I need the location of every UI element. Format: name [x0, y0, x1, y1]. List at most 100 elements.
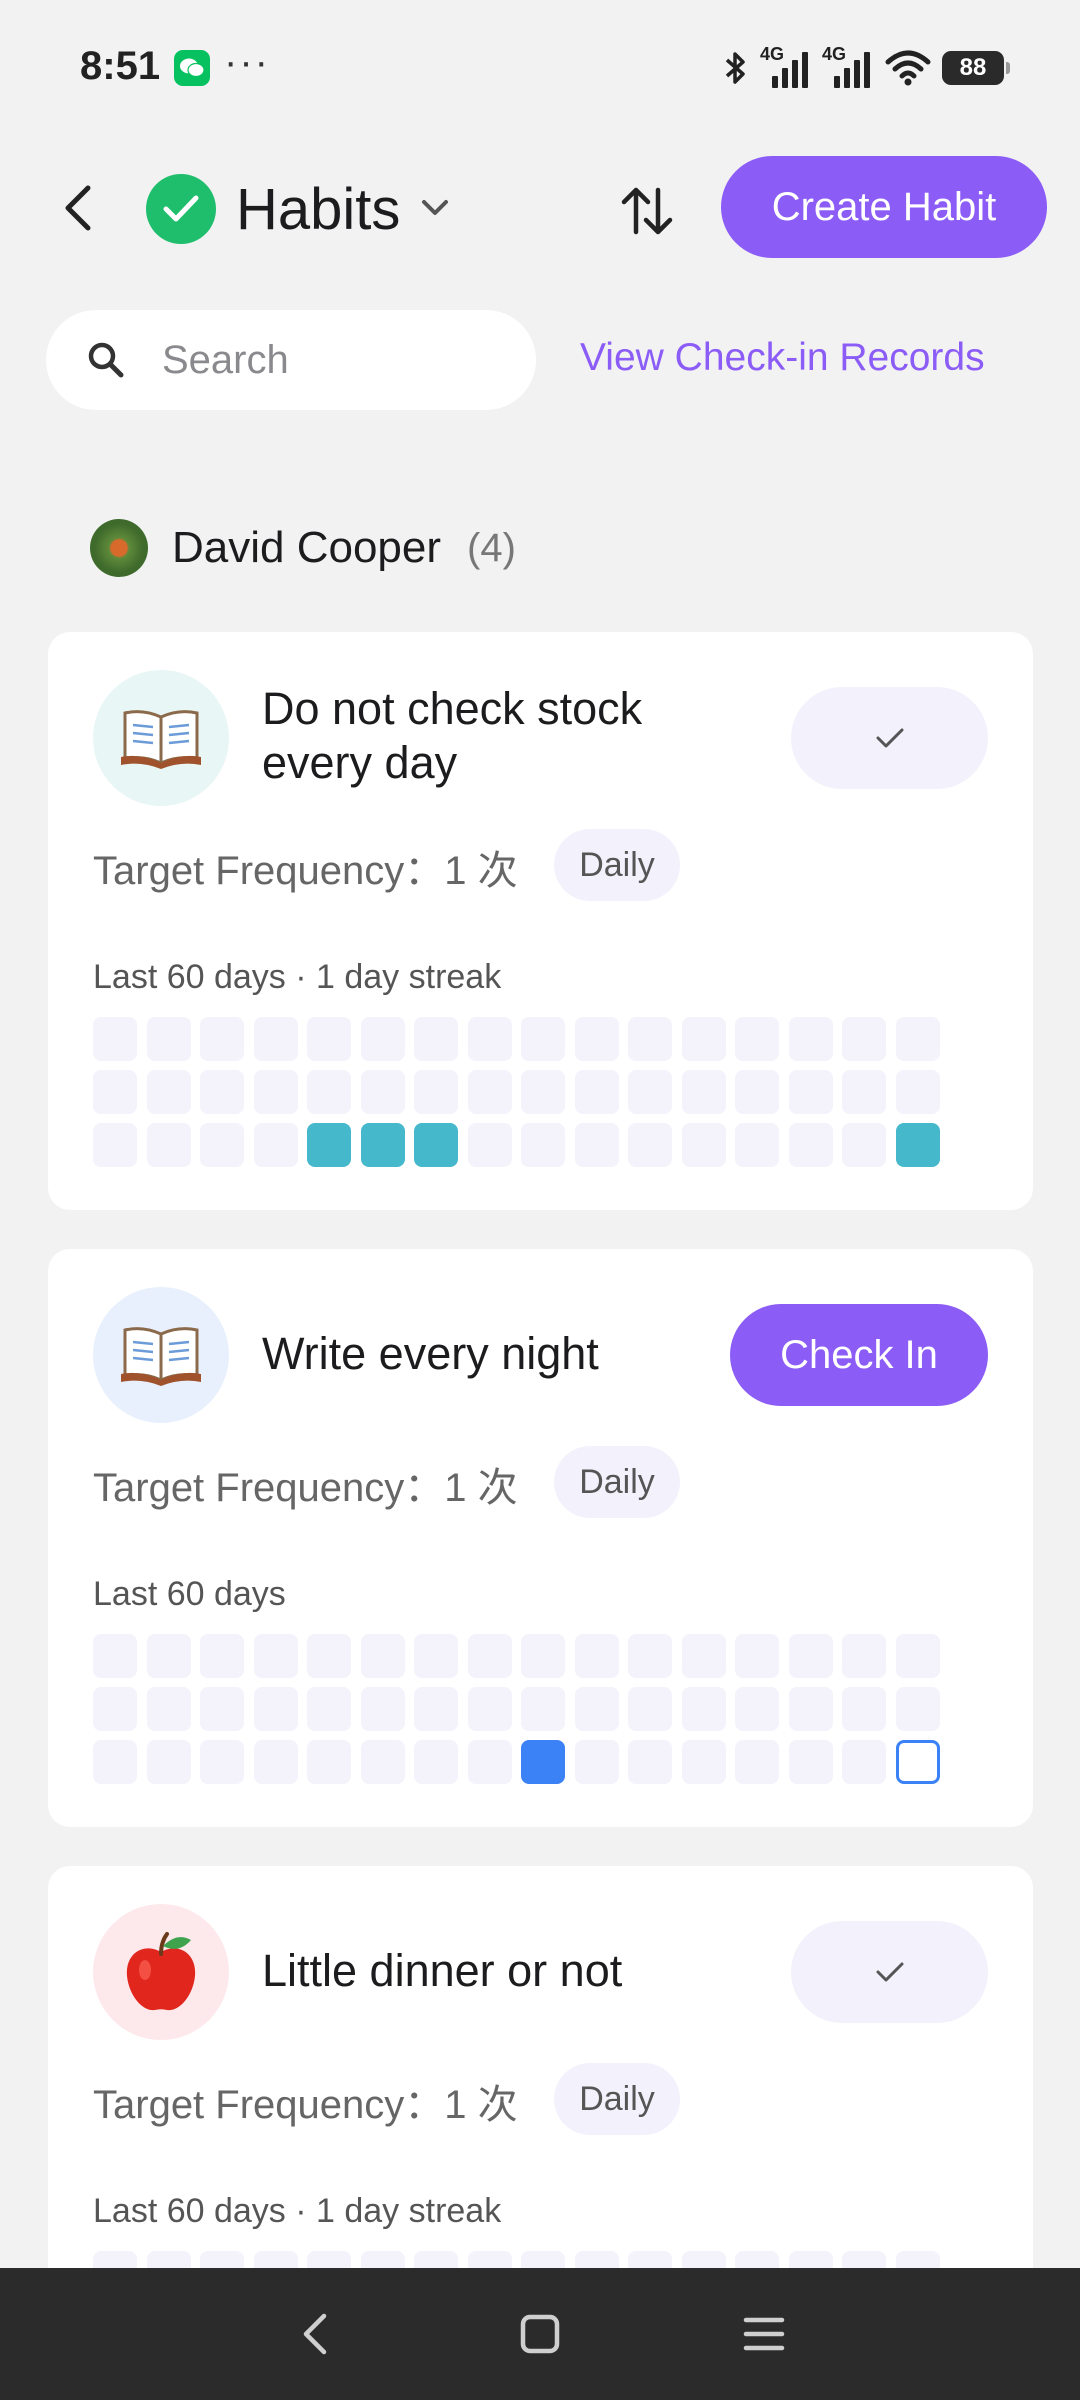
heatmap-cell [93, 1740, 137, 1784]
habits-check-icon [146, 174, 216, 244]
heatmap-cell [842, 1740, 886, 1784]
heatmap-cell [735, 1687, 779, 1731]
heatmap-cell [93, 1634, 137, 1678]
heatmap-cell [414, 1634, 458, 1678]
heatmap-cell [254, 1740, 298, 1784]
heatmap-cell [468, 1017, 512, 1061]
heatmap-cell [789, 1017, 833, 1061]
heatmap-cell [575, 1740, 619, 1784]
heatmap-cell [521, 1123, 565, 1167]
cell-signal-icon: 4G [760, 44, 812, 90]
heatmap-cell [789, 1687, 833, 1731]
heatmap-cell [521, 1634, 565, 1678]
heatmap-cell [735, 1123, 779, 1167]
heatmap-cell [468, 1634, 512, 1678]
heatmap-cell [789, 1123, 833, 1167]
heatmap-cell [307, 1070, 351, 1114]
page-title[interactable]: Habits [236, 176, 400, 243]
heatmap-cell [789, 1070, 833, 1114]
heatmap-cell [307, 1740, 351, 1784]
battery-indicator: 88 [942, 51, 1010, 85]
heatmap-cell [628, 1123, 672, 1167]
back-button[interactable] [50, 178, 110, 238]
heatmap-cell [735, 1634, 779, 1678]
habit-card[interactable]: Write every night Check In Target Freque… [48, 1249, 1033, 1827]
streak-label: Last 60 days · 1 day streak [93, 958, 502, 996]
heatmap-cell [307, 1017, 351, 1061]
heatmap-cell [414, 1687, 458, 1731]
header: Habits Create Habit [0, 150, 1080, 270]
bluetooth-icon [725, 52, 745, 84]
heatmap-cell [468, 1070, 512, 1114]
heatmap-cell [361, 1687, 405, 1731]
hamburger-menu-icon [743, 2317, 785, 2351]
heatmap-cell [682, 1687, 726, 1731]
heatmap-cell [414, 1740, 458, 1784]
heatmap-cell [842, 1017, 886, 1061]
heatmap-cell [147, 1070, 191, 1114]
search-box[interactable] [46, 310, 536, 410]
nav-home-button[interactable] [510, 2304, 570, 2364]
heatmap-cell [361, 1740, 405, 1784]
heatmap-cell [200, 1634, 244, 1678]
chevron-left-icon [303, 2313, 327, 2355]
heatmap-cell [575, 1687, 619, 1731]
heatmap-cell [628, 1070, 672, 1114]
check-in-button[interactable]: Check In [730, 1304, 988, 1406]
wechat-notification-icon [174, 50, 210, 86]
frequency-label: Target Frequency：1 次 [93, 2083, 518, 2127]
heatmap-cell [200, 1017, 244, 1061]
heatmap-cell [896, 1740, 940, 1784]
habit-count: (4) [467, 525, 516, 570]
heatmap-cell [842, 1687, 886, 1731]
view-check-in-records-link[interactable]: View Check-in Records [580, 336, 985, 380]
heatmap-cell [307, 1123, 351, 1167]
heatmap-cell [361, 1123, 405, 1167]
heatmap-cell [682, 1634, 726, 1678]
heatmap-cell [147, 1017, 191, 1061]
habit-card[interactable]: Do not check stock every day Target Freq… [48, 632, 1033, 1210]
heatmap-cell [521, 1070, 565, 1114]
heatmap-cell [147, 1123, 191, 1167]
heatmap-cell [254, 1017, 298, 1061]
heatmap-cell [414, 1070, 458, 1114]
heatmap-cell [93, 1070, 137, 1114]
heatmap-cell [628, 1017, 672, 1061]
heatmap-cell [254, 1687, 298, 1731]
status-bar: 8:51 ··· 4G 4G 88 [0, 0, 1080, 130]
chevron-down-icon[interactable] [418, 196, 452, 220]
heatmap-cell [628, 1740, 672, 1784]
heatmap-cell [789, 1740, 833, 1784]
heatmap-cell [521, 1017, 565, 1061]
nav-back-button[interactable] [286, 2304, 346, 2364]
heatmap-cell [307, 1687, 351, 1731]
owner-row[interactable]: David Cooper (4) [90, 518, 516, 578]
habit-title: Little dinner or not [262, 1945, 623, 1996]
chevron-left-icon [65, 185, 91, 231]
heatmap-cell [147, 1634, 191, 1678]
search-input[interactable] [162, 332, 502, 388]
heatmap-cell [361, 1017, 405, 1061]
sort-button[interactable] [614, 178, 680, 244]
heatmap-cell [575, 1123, 619, 1167]
open-book-icon [93, 1287, 229, 1423]
status-time: 8:51 [80, 44, 161, 88]
heatmap-cell [147, 1740, 191, 1784]
heatmap-cell [468, 1687, 512, 1731]
apple-icon [93, 1904, 229, 2040]
create-habit-button[interactable]: Create Habit [721, 156, 1047, 258]
heatmap-cell [575, 1634, 619, 1678]
search-icon [88, 342, 124, 378]
frequency-badge: Daily [554, 829, 680, 901]
checked-in-button[interactable] [791, 687, 988, 789]
wifi-icon [885, 50, 931, 86]
heatmap-cell [307, 1634, 351, 1678]
heatmap-cell [575, 1070, 619, 1114]
heatmap-cell [93, 1017, 137, 1061]
heatmap-cell [254, 1634, 298, 1678]
checked-in-button[interactable] [791, 1921, 988, 2023]
heatmap-cell [682, 1070, 726, 1114]
nav-menu-button[interactable] [734, 2304, 794, 2364]
heatmap-cell [414, 1017, 458, 1061]
frequency-label: Target Frequency：1 次 [93, 849, 518, 893]
